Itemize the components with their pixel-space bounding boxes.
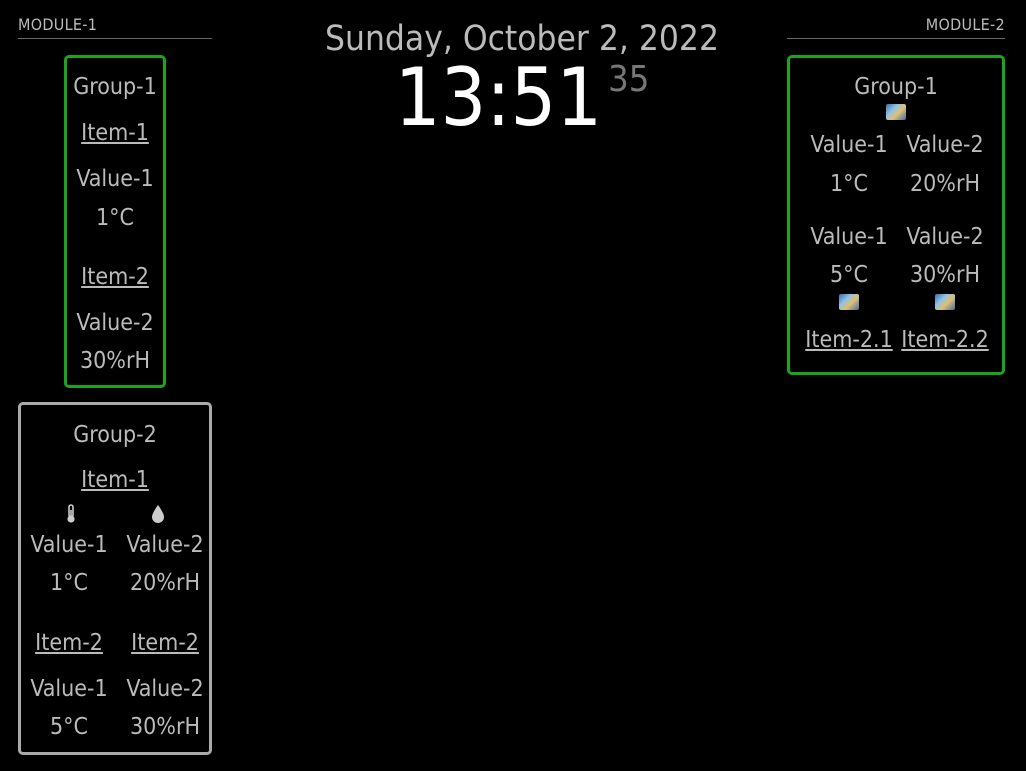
value-2-reading: 20%rH — [909, 171, 981, 197]
group-title: Group-1 — [854, 74, 938, 100]
value-1-label: Value-1 — [810, 132, 888, 158]
droplet-icon — [113, 504, 203, 526]
value-1-reading: 5°C — [830, 262, 868, 288]
module-1-group-1: Group-1 Item-1 Value-1 1°C Item-2 Value-… — [64, 55, 166, 388]
value-1-reading: 1°C — [830, 171, 868, 197]
item-2-link[interactable]: Item-2 — [81, 264, 149, 290]
thermometer-icon — [26, 504, 116, 526]
value-2-label: Value-2 — [906, 132, 984, 158]
group-image-icon — [886, 104, 906, 120]
value-1-label: Value-1 — [76, 166, 154, 192]
clock-seconds: 35 — [608, 59, 650, 100]
module-2-header: MODULE-2 — [787, 15, 1005, 39]
item-2-1-link[interactable]: Item-2.1 — [805, 327, 892, 353]
value-1-label: Value-1 — [30, 532, 108, 558]
item-1-link[interactable]: Item-1 — [81, 120, 149, 146]
clock-time: 13:51 — [394, 51, 603, 144]
value-1-reading: 5°C — [50, 714, 88, 740]
item-2-1-image-icon — [804, 294, 894, 316]
value-2-label: Value-2 — [76, 310, 154, 336]
value-2-label: Value-2 — [126, 532, 204, 558]
value-1-label: Value-1 — [810, 224, 888, 250]
value-1-reading: 1°C — [50, 570, 88, 596]
item-2-2-image-icon — [900, 294, 990, 316]
item-2-link[interactable]: Item-2 — [131, 630, 199, 656]
value-1-reading: 1°C — [96, 205, 134, 231]
value-2-reading: 20%rH — [129, 570, 201, 596]
value-2-reading: 30%rH — [79, 348, 151, 374]
item-2-link[interactable]: Item-2 — [35, 630, 103, 656]
group-title: Group-1 — [73, 74, 157, 100]
module-2-group-1: Group-1 Value-1 Value-2 1°C 20%rH Value-… — [787, 55, 1005, 375]
module-1-header: MODULE-1 — [18, 15, 212, 39]
clock: Sunday, October 2, 2022 13:51 35 — [287, 18, 757, 160]
value-2-label: Value-2 — [906, 224, 984, 250]
group-title: Group-2 — [73, 422, 157, 448]
value-2-reading: 30%rH — [129, 714, 201, 740]
module-1-group-2: Group-2 Item-1 Value-1 Value-2 1°C 20%rH… — [18, 402, 212, 755]
item-2-2-link[interactable]: Item-2.2 — [901, 327, 988, 353]
clock-time-row: 13:51 35 — [287, 58, 757, 160]
value-1-label: Value-1 — [30, 676, 108, 702]
value-2-reading: 30%rH — [909, 262, 981, 288]
item-1-link[interactable]: Item-1 — [81, 467, 149, 493]
value-2-label: Value-2 — [126, 676, 204, 702]
